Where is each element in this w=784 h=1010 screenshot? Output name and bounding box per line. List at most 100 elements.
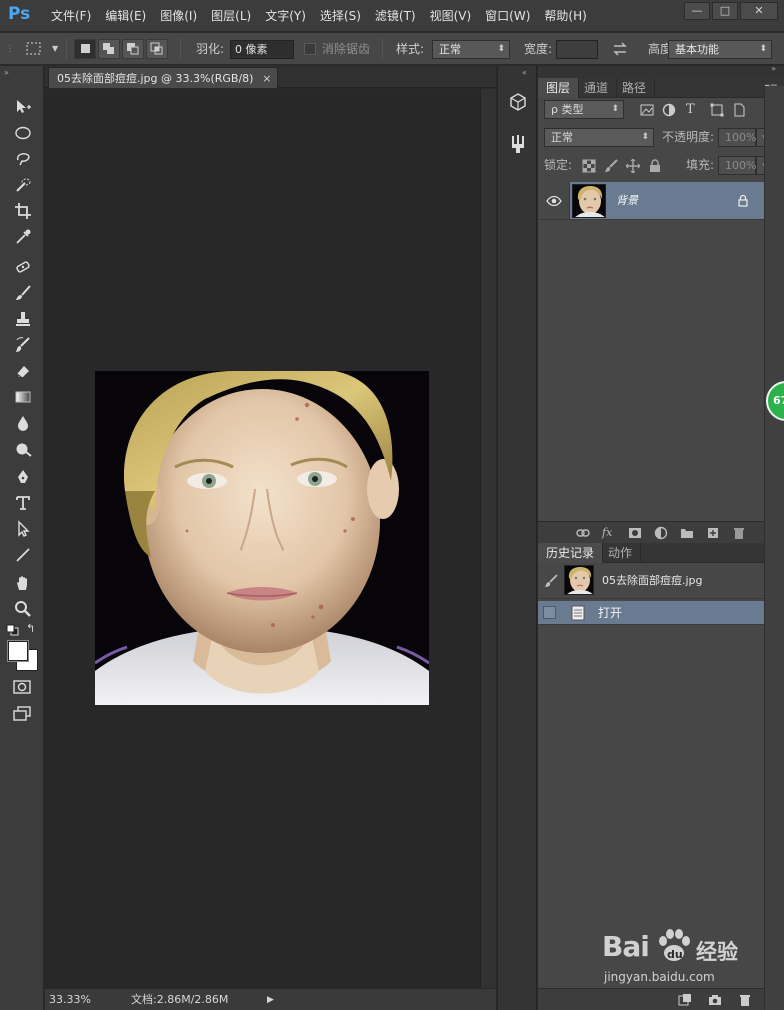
link-layers-icon[interactable] [576,526,590,540]
add-to-selection-button[interactable] [98,39,120,59]
add-mask-icon[interactable] [628,526,642,540]
filter-pixel-icon[interactable] [640,103,654,117]
quick-mask-icon[interactable] [13,680,31,694]
crop-tool[interactable] [10,200,36,222]
new-group-icon[interactable] [680,526,694,540]
panel-scrollbar[interactable] [764,86,784,1010]
subtract-selection-button[interactable] [122,39,144,59]
delete-layer-icon[interactable] [732,526,746,540]
layer-visibility-toggle[interactable] [538,182,570,220]
lock-position-icon[interactable] [625,158,641,174]
lock-pixels-icon[interactable] [604,159,618,173]
minimize-button[interactable]: — [684,2,710,20]
menu-help[interactable]: 帮助(H) [537,0,593,32]
menu-file[interactable]: 文件(F) [44,0,98,32]
history-brush-icon [16,337,30,352]
menu-image[interactable]: 图像(I) [153,0,204,32]
history-state-row[interactable]: 打开 [538,601,764,625]
history-source-checkbox[interactable] [543,606,556,619]
width-input[interactable] [556,40,598,59]
lock-all-icon[interactable] [648,159,662,173]
dodge-tool[interactable] [10,438,36,460]
intersect-selection-button[interactable] [146,39,168,59]
preset-dropdown-icon[interactable]: ▼ [52,33,58,65]
history-brush-tool[interactable] [10,334,36,356]
blend-mode-select[interactable]: 正常 ⬍ [544,128,654,147]
close-tab-icon[interactable]: × [262,68,271,89]
history-snapshot-row[interactable]: 05去除面部痘痘.jpg [538,563,764,599]
menu-filter[interactable]: 滤镜(T) [368,0,423,32]
filter-type-icon[interactable]: T [686,103,700,117]
tab-layers[interactable]: 图层 [538,78,580,98]
chevron-updown-icon: ⬍ [497,44,505,54]
new-adjustment-icon[interactable] [654,526,668,540]
type-tool[interactable] [10,492,36,514]
tab-history[interactable]: 历史记录 [538,543,604,563]
menu-select[interactable]: 选择(S) [313,0,368,32]
tab-actions[interactable]: 动作 [600,543,642,563]
brush-tool[interactable] [10,282,36,304]
lock-transparency-icon[interactable] [582,159,596,173]
tab-paths[interactable]: 路径 [614,78,656,98]
foreground-color-swatch[interactable] [8,641,28,661]
blur-tool[interactable] [10,412,36,434]
tab-channels[interactable]: 通道 [576,78,618,98]
new-document-from-state-icon[interactable] [678,993,692,1007]
canvas-area[interactable] [45,89,496,988]
filter-adjustment-icon[interactable] [662,103,676,117]
zoom-level[interactable]: 33.33% [49,992,91,1008]
new-selection-button[interactable] [74,39,96,59]
filter-shape-icon[interactable] [710,103,724,117]
feather-input[interactable]: 0 像素 [230,40,294,59]
layer-style-fx-icon[interactable]: fx [602,526,616,540]
zoom-tool[interactable] [10,598,36,620]
menu-type[interactable]: 文字(Y) [258,0,313,32]
ellipse-marquee-tool[interactable] [10,122,36,144]
default-colors-icon[interactable] [6,624,20,636]
style-select[interactable]: 正常 ⬍ [432,40,510,59]
delete-state-icon[interactable] [738,993,752,1007]
brush-presets-icon[interactable] [508,134,528,154]
swap-dimensions-icon[interactable] [612,42,628,56]
workspace-select[interactable]: 基本功能 ⬍ [668,40,772,59]
collapse-arrows-icon[interactable]: » [771,64,776,73]
path-select-tool[interactable] [10,518,36,540]
history-brush-source-icon[interactable] [543,573,559,589]
status-menu-arrow-icon[interactable]: ▶ [267,992,274,1008]
document-tab[interactable]: 05去除面部痘痘.jpg @ 33.3%(RGB/8) × [48,67,279,89]
close-button[interactable]: ✕ [740,2,778,20]
layer-name[interactable]: 背景 [616,182,638,220]
antialias-checkbox[interactable] [304,43,316,55]
eraser-tool[interactable] [10,360,36,382]
screen-mode-icon[interactable] [12,706,32,722]
gradient-tool[interactable] [10,386,36,408]
layer-thumbnail[interactable] [572,184,606,218]
filter-smart-object-icon[interactable] [732,103,746,117]
layer-filter-select[interactable]: ρ 类型 ⬍ [544,100,624,119]
collapse-arrows-icon[interactable]: » [4,68,9,77]
rect-marquee-preset-icon[interactable] [26,42,42,56]
new-layer-icon[interactable] [706,526,720,540]
line-tool[interactable] [10,544,36,566]
swap-colors-icon[interactable]: ↰ [26,623,38,635]
canvas-scrollbar[interactable] [480,89,496,988]
pen-tool[interactable] [10,466,36,488]
eyedropper-tool[interactable] [10,226,36,248]
clone-stamp-tool[interactable] [10,308,36,330]
lasso-tool[interactable] [10,148,36,170]
opacity-input[interactable]: 100% [718,128,756,147]
collapse-arrows-icon[interactable]: « [522,68,527,77]
menu-edit[interactable]: 编辑(E) [98,0,153,32]
hand-tool[interactable] [10,572,36,594]
3d-cube-icon[interactable] [508,92,528,112]
fill-input[interactable]: 100% [718,156,756,175]
menu-layer[interactable]: 图层(L) [204,0,258,32]
menu-view[interactable]: 视图(V) [423,0,479,32]
camera-snapshot-icon[interactable] [708,993,722,1007]
healing-brush-tool[interactable] [10,256,36,278]
menu-window[interactable]: 窗口(W) [478,0,537,32]
maximize-button[interactable]: □ [712,2,738,20]
quick-select-tool[interactable] [10,174,36,196]
document-image[interactable] [95,371,429,705]
move-tool[interactable] [10,96,36,118]
